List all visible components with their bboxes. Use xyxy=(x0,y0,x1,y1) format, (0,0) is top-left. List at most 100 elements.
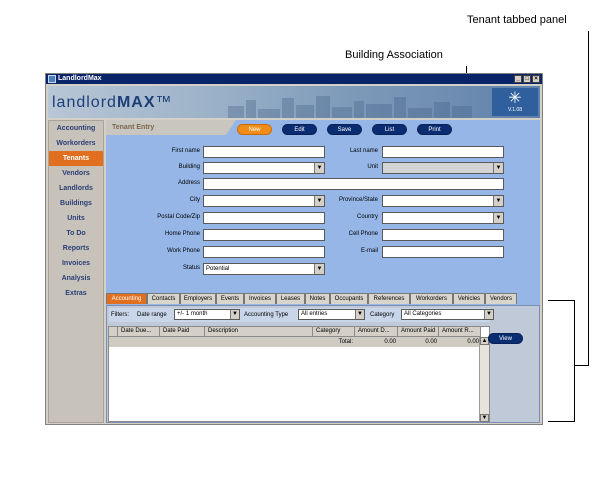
view-button[interactable]: View xyxy=(488,333,523,344)
country-label: Country xyxy=(356,214,378,220)
total-amount-due: 0.00 xyxy=(384,339,396,345)
chevron-down-icon[interactable]: ▼ xyxy=(493,163,503,173)
column-header-amount-due[interactable]: Amount D... xyxy=(355,327,398,337)
tenant-form: First name Last name Building ▼ Unit ▼ A… xyxy=(106,144,540,280)
accounting-type-select[interactable]: All entries ▼ xyxy=(298,309,365,320)
accounting-tab-panel: Filters: Date range +/- 1 month ▼ Account… xyxy=(106,305,540,423)
tenant-tab-bar: Accounting Contacts Employers Events Inv… xyxy=(106,293,540,305)
postal-code-field[interactable] xyxy=(203,212,325,224)
edit-button[interactable]: Edit xyxy=(282,124,317,135)
tab-employers[interactable]: Employers xyxy=(180,293,216,304)
tab-occupants[interactable]: Occupants xyxy=(330,293,368,304)
sidebar-item-invoices[interactable]: Invoices xyxy=(49,256,103,271)
tab-workorders[interactable]: Workorders xyxy=(410,293,453,304)
sidebar-item-landlords[interactable]: Landlords xyxy=(49,181,103,196)
tabbed-panel-annotation: Tenant tabbed panel xyxy=(467,14,567,26)
chevron-down-icon[interactable]: ▼ xyxy=(230,310,239,319)
column-header-date-paid[interactable]: Date Paid xyxy=(160,327,205,337)
chevron-down-icon[interactable]: ▼ xyxy=(314,264,324,274)
tabbed-panel-leader-vertical xyxy=(588,31,589,365)
vertical-scrollbar[interactable]: ▲ ▼ xyxy=(479,337,489,422)
home-phone-label: Home Phone xyxy=(164,231,200,237)
version-badge: ✳ V.1.08 xyxy=(492,88,538,116)
last-name-label: Last name xyxy=(349,148,378,154)
first-name-field[interactable] xyxy=(203,146,325,158)
table-total-row: Total: 0.00 0.00 0.00 xyxy=(109,337,481,347)
country-select[interactable]: ▼ xyxy=(382,212,504,224)
last-name-field[interactable] xyxy=(382,146,504,158)
address-label: Address xyxy=(177,180,200,186)
close-button[interactable]: × xyxy=(532,75,540,83)
sidebar-item-analysis[interactable]: Analysis xyxy=(49,271,103,286)
sidebar-item-reports[interactable]: Reports xyxy=(49,241,103,256)
tab-vehicles[interactable]: Vehicles xyxy=(453,293,485,304)
accounting-type-value: All entries xyxy=(301,311,328,317)
postal-code-label: Postal Code/Zip xyxy=(157,214,200,220)
chevron-down-icon[interactable]: ▼ xyxy=(484,310,493,319)
maximize-button[interactable]: □ xyxy=(523,75,531,83)
cell-phone-field[interactable] xyxy=(382,229,504,241)
chevron-down-icon[interactable]: ▼ xyxy=(314,163,324,173)
sidebar-item-accounting[interactable]: Accounting xyxy=(49,121,103,136)
scroll-down-icon[interactable]: ▼ xyxy=(480,414,489,422)
tab-accounting[interactable]: Accounting xyxy=(106,293,147,304)
unit-label: Unit xyxy=(367,164,378,170)
home-phone-field[interactable] xyxy=(203,229,325,241)
date-range-value: +/- 1 month xyxy=(177,311,208,317)
version-label: V.1.08 xyxy=(508,107,522,113)
status-select[interactable]: Potential ▼ xyxy=(203,263,325,275)
new-button[interactable]: New xyxy=(237,124,272,135)
action-toolbar: New Edit Save List Print xyxy=(237,124,452,135)
chevron-down-icon[interactable]: ▼ xyxy=(355,310,364,319)
tab-references[interactable]: References xyxy=(368,293,410,304)
address-field[interactable] xyxy=(203,178,504,190)
building-select[interactable]: ▼ xyxy=(203,162,325,174)
chevron-down-icon[interactable]: ▼ xyxy=(493,213,503,223)
sidebar-item-tenants[interactable]: Tenants xyxy=(49,151,103,166)
sidebar-item-vendors[interactable]: Vendors xyxy=(49,166,103,181)
status-value: Potential xyxy=(206,266,230,272)
tab-vendors[interactable]: Vendors xyxy=(485,293,517,304)
app-banner: landlordMAX™ ✳ V.1.08 xyxy=(48,86,540,118)
sidebar-item-to-do[interactable]: To Do xyxy=(49,226,103,241)
chevron-down-icon[interactable]: ▼ xyxy=(493,196,503,206)
work-phone-label: Work Phone xyxy=(167,248,200,254)
sidebar-item-extras[interactable]: Extras xyxy=(49,286,103,301)
save-button[interactable]: Save xyxy=(327,124,362,135)
work-phone-field[interactable] xyxy=(203,246,325,258)
list-button[interactable]: List xyxy=(372,124,407,135)
tab-invoices[interactable]: Invoices xyxy=(244,293,276,304)
unit-select[interactable]: ▼ xyxy=(382,162,504,174)
sidebar-item-buildings[interactable]: Buildings xyxy=(49,196,103,211)
column-header-category[interactable]: Category xyxy=(313,327,355,337)
total-label: Total: xyxy=(338,339,353,345)
province-select[interactable]: ▼ xyxy=(382,195,504,207)
first-name-label: First name xyxy=(171,148,200,154)
cell-phone-label: Cell Phone xyxy=(348,231,378,237)
tab-leases[interactable]: Leases xyxy=(276,293,305,304)
column-header-amount-paid[interactable]: Amount Paid xyxy=(398,327,439,337)
chevron-down-icon[interactable]: ▼ xyxy=(314,196,324,206)
print-button[interactable]: Print xyxy=(417,124,452,135)
email-label: E-mail xyxy=(360,248,378,254)
tabbed-panel-bracket-bottom xyxy=(548,421,575,422)
tab-notes[interactable]: Notes xyxy=(305,293,330,304)
date-range-label: Date range xyxy=(137,312,167,318)
date-range-select[interactable]: +/- 1 month ▼ xyxy=(174,309,240,320)
window-title: LandlordMax xyxy=(58,75,102,82)
email-field[interactable] xyxy=(382,246,504,258)
total-amount-remaining: 0.00 xyxy=(467,339,479,345)
category-select[interactable]: All Categories ▼ xyxy=(401,309,494,320)
city-skyline-graphic xyxy=(228,96,488,118)
sidebar-item-workorders[interactable]: Workorders xyxy=(49,136,103,151)
column-header-description[interactable]: Description xyxy=(205,327,313,337)
tab-contacts[interactable]: Contacts xyxy=(147,293,180,304)
total-amount-paid: 0.00 xyxy=(425,339,437,345)
city-select[interactable]: ▼ xyxy=(203,195,325,207)
column-header-date-due[interactable]: Date Due... xyxy=(118,327,160,337)
tab-events[interactable]: Events xyxy=(216,293,244,304)
sidebar-item-units[interactable]: Units xyxy=(49,211,103,226)
minimize-button[interactable]: _ xyxy=(514,75,522,83)
column-header-amount-remaining[interactable]: Amount R... xyxy=(439,327,481,337)
filters-label: Filters: xyxy=(111,312,129,318)
